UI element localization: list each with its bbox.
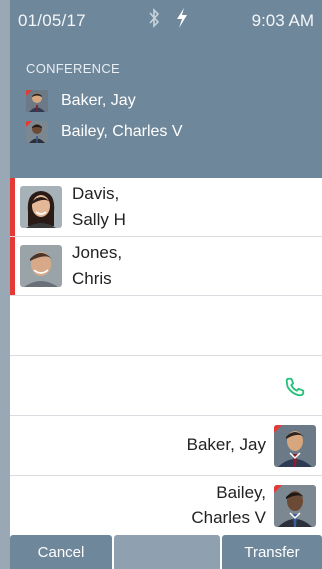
caller-name-line2: Sally H	[72, 210, 126, 229]
transfer-button[interactable]: Transfer	[222, 535, 322, 569]
phone-screen: 01/05/17 9:03 AM CONFERENCE Baker, Jay B…	[0, 0, 322, 569]
incoming-row-baker[interactable]: Baker, Jay	[10, 416, 322, 476]
participant-name: Baker, Jay	[61, 92, 136, 109]
incoming-row-bailey[interactable]: Bailey, Charles V	[10, 476, 322, 534]
avatar	[274, 425, 316, 467]
avatar	[26, 90, 48, 112]
incoming-name-line1: Bailey,	[216, 483, 266, 502]
call-row-jones[interactable]: Jones, Chris	[10, 237, 322, 296]
caller-name-line2: Chris	[72, 269, 112, 288]
status-flag-icon	[26, 121, 32, 127]
charging-bolt-icon	[177, 8, 187, 28]
softkey-bar: Cancel Transfer	[10, 535, 322, 569]
status-flag-icon	[274, 425, 282, 433]
conference-participant[interactable]: Baker, Jay	[26, 87, 136, 115]
avatar	[20, 186, 62, 228]
caller-name-line1: Davis,	[72, 184, 120, 203]
incoming-name-line1: Baker, Jay	[186, 435, 266, 454]
avatar	[26, 121, 48, 143]
middle-softkey-button[interactable]	[114, 535, 220, 569]
status-bar: 01/05/17 9:03 AM	[10, 0, 322, 40]
empty-row	[10, 296, 322, 356]
conference-panel: CONFERENCE Baker, Jay Bailey, Charles V	[10, 40, 322, 178]
conference-participant[interactable]: Bailey, Charles V	[26, 118, 183, 146]
bluetooth-icon	[149, 8, 160, 28]
status-date: 01/05/17	[18, 11, 86, 30]
incoming-name-line2: Charles V	[191, 508, 266, 527]
avatar	[20, 245, 62, 287]
status-time: 9:03 AM	[251, 11, 314, 30]
phone-icon[interactable]	[284, 376, 306, 398]
participant-name: Bailey, Charles V	[61, 123, 183, 140]
cancel-button[interactable]: Cancel	[10, 535, 112, 569]
dial-row[interactable]	[10, 356, 322, 416]
caller-name-line1: Jones,	[72, 243, 123, 262]
conference-title: CONFERENCE	[26, 61, 121, 76]
left-frame-strip	[0, 0, 10, 569]
call-row-davis[interactable]: Davis, Sally H	[10, 178, 322, 237]
status-flag-icon	[26, 90, 32, 96]
status-flag-icon	[274, 485, 282, 493]
avatar	[274, 485, 316, 527]
